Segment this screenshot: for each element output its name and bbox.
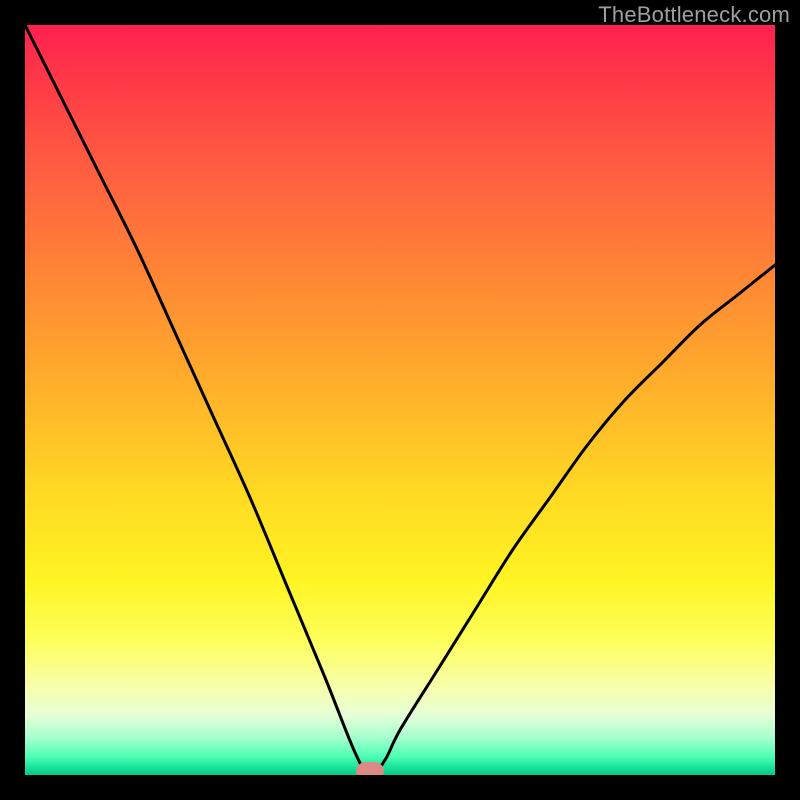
optimal-point-marker bbox=[356, 762, 384, 775]
plot-area bbox=[25, 25, 775, 775]
bottleneck-curve bbox=[25, 25, 775, 775]
chart-frame: TheBottleneck.com bbox=[0, 0, 800, 800]
